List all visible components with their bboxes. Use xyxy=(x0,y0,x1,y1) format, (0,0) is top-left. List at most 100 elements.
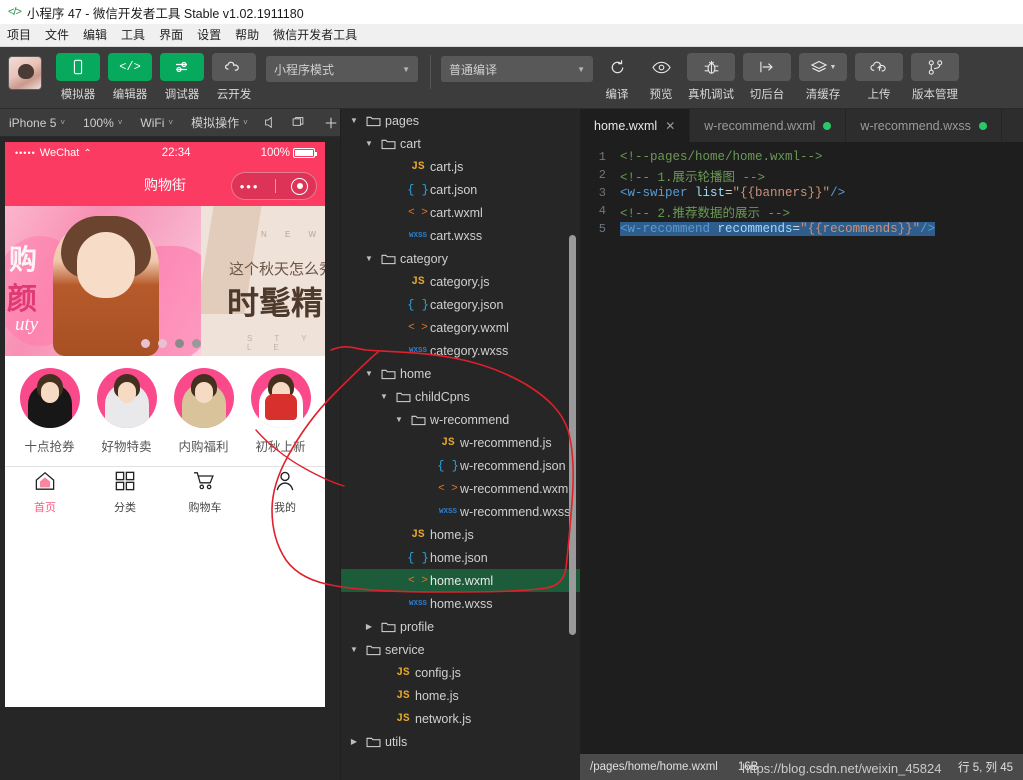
phone-tab-0[interactable]: 首页 xyxy=(5,467,85,518)
tree-folder-cart[interactable]: ▼ cart xyxy=(341,132,580,155)
status-file-path[interactable]: /pages/home/home.wxml xyxy=(580,761,728,773)
file-explorer[interactable]: ▼ pages ▼ cart JS cart.js{ } cart.json < > cart.… xyxy=(340,109,580,780)
chevron-down-icon[interactable]: ▼ xyxy=(377,392,391,401)
menu-item-1[interactable]: 文件 xyxy=(38,24,76,46)
tree-file-w-recommend.js[interactable]: JS w-recommend.js xyxy=(341,431,580,454)
phone-preview[interactable]: ••••• WeChat ⌃ 22:34 100% 购物街 ••• 购 颜 ut… xyxy=(5,142,325,707)
editor-tab-1[interactable]: w-recommend.wxml xyxy=(690,109,847,142)
toolbar-action-6[interactable]: 版本管理 xyxy=(907,53,963,102)
menu-item-3[interactable]: 工具 xyxy=(114,24,152,46)
recommend-item-1[interactable]: 好物特卖 xyxy=(88,368,165,455)
status-cursor-position[interactable]: 行 5, 列 45 xyxy=(948,759,1023,775)
chevron-down-icon[interactable]: ▼ xyxy=(347,645,361,654)
phone-tab-3[interactable]: 我的 xyxy=(245,467,325,518)
zoom-select[interactable]: 100% ˅ xyxy=(74,109,131,137)
banner-swiper[interactable]: 购 颜 uty N E W 这个秋天怎么秀? 时髦精 S T Y L E xyxy=(5,206,325,356)
banner-slide-2[interactable]: N E W 这个秋天怎么秀? 时髦精 S T Y L E xyxy=(201,206,325,356)
tree-file-w-recommend.json[interactable]: { } w-recommend.json xyxy=(341,454,580,477)
more-dots-icon[interactable]: ••• xyxy=(240,179,260,194)
tree-file-home.json[interactable]: { } home.json xyxy=(341,546,580,569)
menu-item-4[interactable]: 界面 xyxy=(152,24,190,46)
tree-file-category.wxss[interactable]: WXSS category.wxss xyxy=(341,339,580,362)
toolbar-action-0[interactable]: 编译 xyxy=(595,53,639,102)
toolbar-action-5[interactable]: 上传 xyxy=(851,53,907,102)
tree-file-category.json[interactable]: { } category.json xyxy=(341,293,580,316)
code-line-1[interactable]: 1 <!--pages/home/home.wxml--> xyxy=(580,148,1023,166)
tree-folder-pages[interactable]: ▼ pages xyxy=(341,109,580,132)
recommend-item-2[interactable]: 内购福利 xyxy=(165,368,242,455)
swiper-dot-active[interactable] xyxy=(175,339,184,348)
swiper-dots[interactable] xyxy=(141,339,201,348)
toolbar-button-0[interactable]: 模拟器 xyxy=(52,53,104,102)
toolbar-button-3[interactable]: 云开发 xyxy=(208,53,260,102)
menu-item-7[interactable]: 微信开发者工具 xyxy=(266,24,364,46)
chevron-down-icon[interactable]: ▼ xyxy=(362,369,376,378)
editor-tab-2[interactable]: w-recommend.wxss xyxy=(846,109,1002,142)
explorer-scrollbar[interactable] xyxy=(569,235,576,635)
menu-item-0[interactable]: 项目 xyxy=(0,24,38,46)
phone-tab-1[interactable]: 分类 xyxy=(85,467,165,518)
menu-item-6[interactable]: 帮助 xyxy=(228,24,266,46)
tree-file-cart.wxss[interactable]: WXSS cart.wxss xyxy=(341,224,580,247)
chevron-down-icon[interactable]: ▼ xyxy=(362,139,376,148)
tree-file-w-recommend.wxml[interactable]: < > w-recommend.wxml xyxy=(341,477,580,500)
menu-item-2[interactable]: 编辑 xyxy=(76,24,114,46)
tree-file-home.js[interactable]: JS home.js xyxy=(341,523,580,546)
tree-file-cart.json[interactable]: { } cart.json xyxy=(341,178,580,201)
tree-folder-category[interactable]: ▼ category xyxy=(341,247,580,270)
swiper-dot[interactable] xyxy=(192,339,201,348)
toolbar-action-4[interactable]: ▼ 清缓存 xyxy=(795,53,851,102)
toolbar-button-2[interactable]: 调试器 xyxy=(156,53,208,102)
phone-tab-2[interactable]: 购物车 xyxy=(165,467,245,518)
code-line-2[interactable]: 2 <!-- 1.展示轮播图 --> xyxy=(580,166,1023,185)
chevron-down-icon[interactable]: ▼ xyxy=(347,116,361,125)
code-line-3[interactable]: 3 <w-swiper list="{{banners}}"/> xyxy=(580,184,1023,202)
editor-tab-0[interactable]: home.wxml ✕ xyxy=(580,109,691,142)
file-tree[interactable]: ▼ pages ▼ cart JS cart.js{ } cart.json < > cart.… xyxy=(341,109,580,780)
tree-file-w-recommend.wxss[interactable]: WXSS w-recommend.wxss xyxy=(341,500,580,523)
chevron-down-icon[interactable]: ▼ xyxy=(362,254,376,263)
banner-slide-1[interactable]: 购 颜 uty xyxy=(5,206,201,356)
volume-icon[interactable] xyxy=(257,109,284,137)
chevron-right-icon[interactable]: ▶ xyxy=(362,622,376,631)
toolbar-action-1[interactable]: 预览 xyxy=(639,53,683,102)
tree-file-home.wxml[interactable]: < > home.wxml xyxy=(341,569,580,592)
swiper-dot[interactable] xyxy=(141,339,150,348)
code-area[interactable]: 1 <!--pages/home/home.wxml--> 2 <!-- 1.展示轮播… xyxy=(580,142,1023,780)
tree-file-config.js[interactable]: JS config.js xyxy=(341,661,580,684)
menu-item-5[interactable]: 设置 xyxy=(190,24,228,46)
toolbar-action-3[interactable]: 切后台 xyxy=(739,53,795,102)
tree-file-network.js[interactable]: JS network.js xyxy=(341,707,580,730)
tree-file-cart.wxml[interactable]: < > cart.wxml xyxy=(341,201,580,224)
tree-folder-profile[interactable]: ▶ profile xyxy=(341,615,580,638)
tree-folder-utils[interactable]: ▶ utils xyxy=(341,730,580,753)
toolbar-button-1[interactable]: </> 编辑器 xyxy=(104,53,156,102)
tree-file-category.js[interactable]: JS category.js xyxy=(341,270,580,293)
mock-select[interactable]: 模拟操作 ˅ xyxy=(182,109,257,137)
code-line-5[interactable]: 5 <w-recommend recommends="{{recommends}}… xyxy=(580,220,1023,238)
swiper-dot[interactable] xyxy=(158,339,167,348)
tree-file-home.wxss[interactable]: WXSS home.wxss xyxy=(341,592,580,615)
network-select[interactable]: WiFi ˅ xyxy=(131,109,182,137)
tree-folder-service[interactable]: ▼ service xyxy=(341,638,580,661)
compile-select[interactable]: 普通编译 ▼ xyxy=(441,56,593,82)
tree-file-category.wxml[interactable]: < > category.wxml xyxy=(341,316,580,339)
toolbar-action-2[interactable]: 真机调试 xyxy=(683,53,739,102)
tree-folder-home[interactable]: ▼ home xyxy=(341,362,580,385)
tree-folder-w-recommend[interactable]: ▼ w-recommend xyxy=(341,408,580,431)
code-line-4[interactable]: 4 <!-- 2.推荐数据的展示 --> xyxy=(580,202,1023,221)
mode-select[interactable]: 小程序模式 ▼ xyxy=(266,56,418,82)
chevron-down-icon[interactable]: ▼ xyxy=(392,415,406,424)
chevron-right-icon[interactable]: ▶ xyxy=(347,737,361,746)
target-icon[interactable] xyxy=(291,177,309,195)
avatar[interactable] xyxy=(8,56,42,90)
recommend-item-3[interactable]: 初秋上新 xyxy=(242,368,319,455)
recommend-item-0[interactable]: 十点抢券 xyxy=(11,368,88,455)
tree-folder-childCpns[interactable]: ▼ childCpns xyxy=(341,385,580,408)
device-select[interactable]: iPhone 5 ˅ xyxy=(0,109,74,137)
tree-file-home.js[interactable]: JS home.js xyxy=(341,684,580,707)
wechat-capsule[interactable]: ••• xyxy=(231,172,317,200)
close-icon[interactable]: ✕ xyxy=(665,119,675,133)
tree-file-cart.js[interactable]: JS cart.js xyxy=(341,155,580,178)
rotate-screen-icon[interactable] xyxy=(284,109,312,137)
